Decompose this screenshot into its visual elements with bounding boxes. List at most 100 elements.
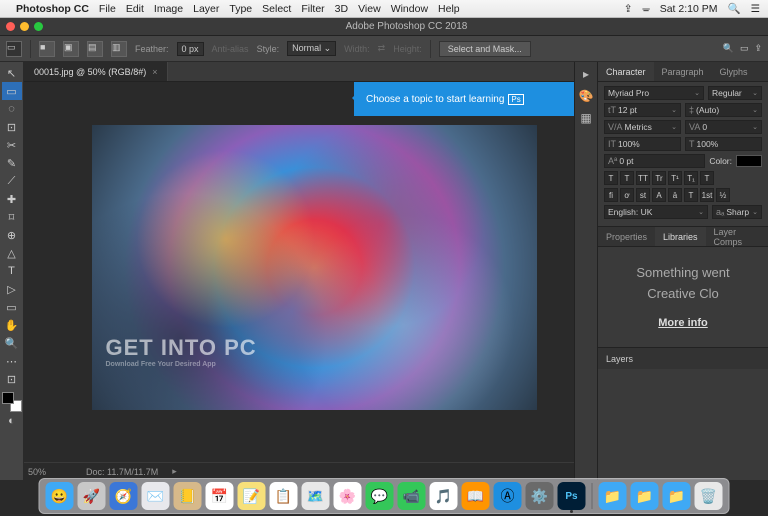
tab-libraries[interactable]: Libraries	[655, 227, 706, 246]
underline-button[interactable]: T	[700, 171, 714, 185]
notification-icon[interactable]: ☰	[751, 3, 760, 15]
hscale-field[interactable]: T100%	[685, 137, 762, 151]
intersect-selection-icon[interactable]: ▥	[111, 41, 127, 57]
dock-folder[interactable]: 📁	[663, 482, 691, 510]
dock-app-launchpad[interactable]: 🚀	[78, 482, 106, 510]
menu-edit[interactable]: Edit	[126, 3, 144, 15]
stylistic-button[interactable]: ā	[668, 188, 682, 202]
dock-app-preferences[interactable]: ⚙️	[526, 482, 554, 510]
menu-layer[interactable]: Layer	[193, 3, 219, 15]
swatches-icon[interactable]: ▦	[578, 110, 594, 126]
tool-brush[interactable]: ✚	[2, 190, 22, 208]
tool-crop[interactable]: ✂	[2, 136, 22, 154]
close-tab-icon[interactable]: ×	[152, 67, 157, 77]
layers-panel-tab[interactable]: Layers	[598, 347, 768, 369]
tool-preset-icon[interactable]: ▭	[6, 41, 22, 57]
share-icon[interactable]: ⇪	[754, 43, 762, 54]
dock-app-appstore[interactable]: Ⓐ	[494, 482, 522, 510]
menu-filter[interactable]: Filter	[301, 3, 324, 15]
tool-type[interactable]: T	[2, 262, 22, 280]
leading-field[interactable]: ‡(Auto)⌄	[685, 103, 762, 117]
kerning-field[interactable]: V/AMetrics⌄	[604, 120, 681, 134]
smallcaps-button[interactable]: Tr	[652, 171, 666, 185]
dock-app-calendar[interactable]: 📅	[206, 482, 234, 510]
tool-eraser[interactable]: ⊕	[2, 226, 22, 244]
dock-app-itunes[interactable]: 🎵	[430, 482, 458, 510]
style-select[interactable]: Normal ⌄	[287, 41, 336, 56]
dock-app-mail[interactable]: ✉️	[142, 482, 170, 510]
color-swatches[interactable]	[2, 392, 22, 412]
status-menu-icon[interactable]: ▸	[172, 466, 177, 477]
menu-image[interactable]: Image	[154, 3, 183, 15]
tab-glyphs[interactable]: Glyphs	[712, 62, 756, 81]
tool-move[interactable]: ↖	[2, 64, 22, 82]
dock-app-maps[interactable]: 🗺️	[302, 482, 330, 510]
dock-app-messages[interactable]: 💬	[366, 482, 394, 510]
subscript-button[interactable]: T₁	[684, 171, 698, 185]
menu-extras-icon[interactable]: ᚚ	[643, 3, 650, 15]
dock-app-facetime[interactable]: 📹	[398, 482, 426, 510]
tab-layercomps[interactable]: Layer Comps	[706, 227, 768, 246]
menu-file[interactable]: File	[99, 3, 116, 15]
tool-eyedropper[interactable]: ✎	[2, 154, 22, 172]
tool-lasso[interactable]: ◌	[2, 100, 22, 118]
ligatures-button[interactable]: fi	[604, 188, 618, 202]
foreground-color[interactable]	[2, 392, 14, 404]
fractions-button[interactable]: ½	[716, 188, 730, 202]
tool-gradient[interactable]: △	[2, 244, 22, 262]
document-tab[interactable]: 00015.jpg @ 50% (RGB/8#) ×	[24, 62, 168, 81]
tab-paragraph[interactable]: Paragraph	[654, 62, 712, 81]
vscale-field[interactable]: IT100%	[604, 137, 681, 151]
dock-app-contacts[interactable]: 📒	[174, 482, 202, 510]
allcaps-button[interactable]: TT	[636, 171, 650, 185]
wifi-icon[interactable]: ⇪	[624, 3, 633, 15]
font-family-select[interactable]: Myriad Pro⌄	[604, 86, 704, 100]
dock-app-notes[interactable]: 📝	[238, 482, 266, 510]
add-selection-icon[interactable]: ▣	[63, 41, 79, 57]
new-selection-icon[interactable]: ■	[39, 41, 55, 57]
discretionary-button[interactable]: st	[636, 188, 650, 202]
tab-character[interactable]: Character	[598, 62, 654, 81]
zoom-field[interactable]: 50%	[28, 467, 72, 477]
workspace-icon[interactable]: ▭	[740, 43, 749, 54]
color-icon[interactable]: 🎨	[578, 88, 594, 104]
select-and-mask-button[interactable]: Select and Mask...	[439, 41, 531, 57]
tool-heal[interactable]: ⟋	[2, 172, 22, 190]
tool-more[interactable]: ⋯	[2, 352, 22, 370]
menu-type[interactable]: Type	[229, 3, 252, 15]
close-button[interactable]	[6, 22, 15, 31]
app-menu[interactable]: Photoshop CC	[16, 3, 89, 15]
dock-downloads[interactable]: 📁	[599, 482, 627, 510]
baseline-field[interactable]: Aª0 pt	[604, 154, 705, 168]
bold-button[interactable]: T	[604, 171, 618, 185]
dock-trash[interactable]: 🗑️	[695, 482, 723, 510]
dock-app-finder[interactable]: 😀	[46, 482, 74, 510]
swash-button[interactable]: A	[652, 188, 666, 202]
quickmask-icon[interactable]: ◐	[2, 412, 22, 430]
antialiasing-select[interactable]: aₐSharp⌄	[712, 205, 762, 219]
titling-button[interactable]: T	[684, 188, 698, 202]
tracking-field[interactable]: VA0⌄	[685, 120, 762, 134]
italic-button[interactable]: T	[620, 171, 634, 185]
menu-window[interactable]: Window	[391, 3, 428, 15]
tool-quickselect[interactable]: ⊡	[2, 118, 22, 136]
superscript-button[interactable]: T¹	[668, 171, 682, 185]
minimize-button[interactable]	[20, 22, 29, 31]
menu-help[interactable]: Help	[438, 3, 460, 15]
tool-stamp[interactable]: ⌑	[2, 208, 22, 226]
edit-toolbar[interactable]: ⊡	[2, 370, 22, 388]
spotlight-icon[interactable]: 🔍	[728, 2, 741, 15]
more-info-link[interactable]: More info	[658, 317, 708, 329]
tool-shape[interactable]: ▭	[2, 298, 22, 316]
dock-app-ibooks[interactable]: 📖	[462, 482, 490, 510]
tool-path[interactable]: ▷	[2, 280, 22, 298]
menu-select[interactable]: Select	[262, 3, 291, 15]
maximize-button[interactable]	[34, 22, 43, 31]
font-size-field[interactable]: tT12 pt⌄	[604, 103, 681, 117]
canvas-viewport[interactable]: GET INTO PC Download Free Your Desired A…	[24, 82, 574, 462]
dock-documents[interactable]: 📁	[631, 482, 659, 510]
language-select[interactable]: English: UK⌄	[604, 205, 708, 219]
dock-app-safari[interactable]: 🧭	[110, 482, 138, 510]
tool-marquee[interactable]: ▭	[2, 82, 22, 100]
text-color-swatch[interactable]	[736, 155, 762, 167]
